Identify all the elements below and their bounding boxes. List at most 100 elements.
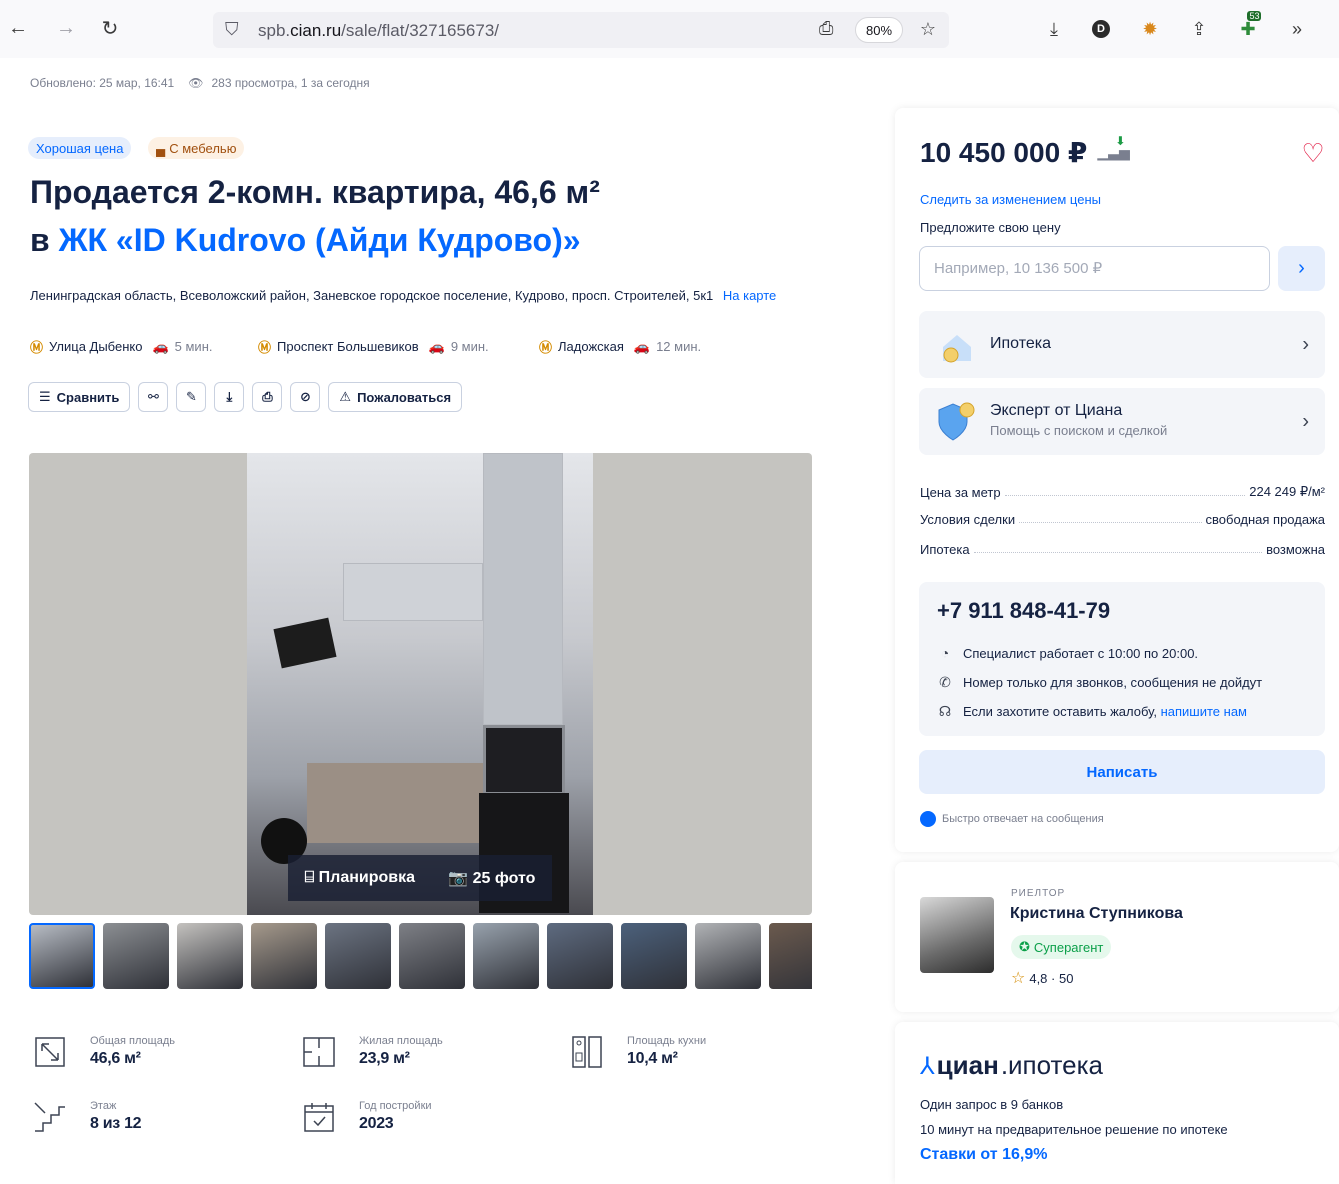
downloads-icon[interactable]: ⤓ [1040, 15, 1068, 43]
feature-living-area: Жилая площадь 23,9 м² [301, 1034, 443, 1070]
phone-number[interactable]: +7 911 848-41-79 [937, 598, 1110, 624]
print-button[interactable]: ⎙ [252, 382, 283, 412]
complaint-line: ☊ Если захотите оставить жалобу, напишит… [937, 703, 1247, 719]
share-nodes-icon: ⚯ [147, 389, 159, 404]
gallery-thumbnail[interactable] [325, 923, 391, 989]
expert-row[interactable]: Эксперт от Циана Помощь с поиском и сдел… [919, 388, 1325, 455]
gallery-thumbnail[interactable] [177, 923, 243, 989]
price-value: 10 450 000 ₽ [920, 137, 1088, 168]
realtor-rating[interactable]: ☆ 4,8 · 50 [1011, 968, 1073, 988]
metro-station[interactable]: Ⓜ Улица Дыбенко 🚗 5 мин. [30, 337, 213, 356]
mortgage-label: Ипотека [990, 335, 1052, 352]
deal-terms-row: Условия сделки свободная продажа [920, 512, 1325, 527]
photo-tv [273, 617, 337, 669]
compare-button[interactable]: ☰ Сравнить [28, 382, 131, 412]
download-button[interactable]: ⤓ [214, 382, 245, 412]
offer-submit-button[interactable]: › [1278, 246, 1325, 291]
overflow-menu-icon[interactable]: » [1283, 15, 1311, 43]
shield-coin-icon [933, 400, 977, 444]
address: Ленинградская область, Всеволожский райо… [30, 286, 790, 306]
cian-person-icon: ⅄ [920, 1053, 935, 1080]
url-text[interactable]: spb.cian.ru/sale/flat/327165673/ [258, 21, 499, 41]
kv-value: возможна [1266, 542, 1325, 557]
complain-button[interactable]: ⚠ Пожаловаться [328, 382, 463, 412]
metro-station[interactable]: Ⓜ Проспект Большевиков 🚗 9 мин. [258, 337, 489, 356]
gallery-overlay: ⌸ Планировка 📷 25 фото [288, 855, 552, 901]
feature-kitchen-area: Площадь кухни 10,4 м² [569, 1034, 706, 1070]
contact-box: +7 911 848-41-79 ◔ Специалист работает с… [919, 582, 1325, 736]
feature-total-area: Общая площадь 46,6 м² [32, 1034, 175, 1070]
extension-badge-icon[interactable]: ✚ 53 [1234, 10, 1262, 43]
stairs-icon [32, 1099, 68, 1135]
gallery-thumbnail[interactable] [621, 923, 687, 989]
warning-icon: ⚠ [339, 389, 352, 404]
realtor-name[interactable]: Кристина Ступникова [1010, 905, 1183, 923]
gallery-thumbnail[interactable] [251, 923, 317, 989]
hours-text: Специалист работает с 10:00 по 20:00. [963, 645, 1199, 661]
write-message-button[interactable]: Написать [919, 750, 1325, 794]
photo-cabinet [343, 563, 483, 621]
reload-icon[interactable]: ↻ [96, 14, 124, 42]
gallery-thumbnail[interactable] [547, 923, 613, 989]
track-price-link[interactable]: Следить за изменением цены [920, 192, 1101, 207]
check-circle-icon: ✪ [1019, 939, 1030, 954]
mortgage-row[interactable]: Ипотека › [919, 311, 1325, 378]
complex-link[interactable]: ЖК «ID Kudrovo (Айди Кудрово)» [59, 222, 581, 258]
gallery-thumbnail[interactable] [769, 923, 812, 989]
metro-name: Проспект Большевиков [277, 339, 419, 354]
extension-bug-icon[interactable]: ✹ [1136, 15, 1164, 43]
kv-value: свободная продажа [1205, 512, 1325, 527]
car-icon: 🚗 [152, 338, 169, 354]
back-icon[interactable]: ← [4, 14, 32, 42]
reader-mode-icon[interactable]: ⎙ [819, 18, 833, 39]
listing-actions: ☰ Сравнить ⚯ ✎ ⤓ ⎙ ⊘ ⚠ Пожаловаться [28, 382, 463, 412]
feature-value: 23,9 м² [359, 1050, 410, 1067]
compare-icon: ☰ [39, 389, 51, 404]
photos-button[interactable]: 📷 25 фото [448, 868, 535, 888]
furniture-badge: ▄ С мебелью [148, 137, 245, 159]
share-icon[interactable]: ⇪ [1185, 15, 1213, 43]
address-bar[interactable]: ⛉ spb.cian.ru/sale/flat/327165673/ ⎙ [213, 12, 949, 48]
calls-only-line: ✆ Номер только для звонков, сообщения не… [937, 674, 1262, 690]
price-history-icon[interactable]: ▁▃▅ ⬇ [1097, 134, 1129, 161]
metro-time: 9 мин. [450, 339, 489, 354]
rates-link[interactable]: Ставки от 16,9% [920, 1146, 1047, 1164]
extension-d-icon[interactable]: D [1087, 15, 1115, 43]
share-button[interactable]: ⚯ [138, 382, 169, 412]
gallery-thumbnail[interactable] [695, 923, 761, 989]
feature-value: 8 из 12 [90, 1115, 142, 1132]
favorite-heart-icon[interactable]: ♡ [1297, 137, 1329, 169]
hide-button[interactable]: ⊘ [290, 382, 321, 412]
feature-year: Год постройки 2023 [301, 1099, 432, 1135]
metro-name: Улица Дыбенко [49, 339, 143, 354]
gallery-thumbnail[interactable] [29, 923, 95, 989]
avatar[interactable] [920, 897, 994, 973]
forward-icon[interactable]: → [52, 14, 80, 42]
photo-gallery[interactable]: ⌸ Планировка 📷 25 фото [29, 453, 812, 915]
zoom-indicator[interactable]: 80% [855, 17, 903, 43]
feature-value: 10,4 м² [627, 1050, 678, 1067]
expand-arrow-icon [32, 1034, 68, 1070]
price-per-meter-row: Цена за метр 224 249 ₽/м² [920, 484, 1325, 500]
price: 10 450 000 ₽ ▁▃▅ ⬇ [920, 134, 1130, 169]
bookmark-star-icon[interactable]: ☆ [914, 15, 942, 43]
on-map-link[interactable]: На карте [723, 288, 776, 303]
gallery-thumbnail[interactable] [473, 923, 539, 989]
complaint-link[interactable]: напишите нам [1161, 704, 1247, 719]
metro-icon: Ⓜ [30, 340, 44, 355]
kv-label: Ипотека [920, 542, 970, 557]
gallery-thumbnail[interactable] [399, 923, 465, 989]
browser-toolbar: ← → ↻ ⛉ spb.cian.ru/sale/flat/327165673/… [0, 0, 1339, 58]
chevron-right-icon: › [1298, 257, 1305, 279]
offer-price-input[interactable] [919, 246, 1270, 291]
metro-station[interactable]: Ⓜ Ладожская 🚗 12 мин. [539, 337, 701, 356]
main-photo[interactable] [247, 453, 593, 915]
plan-button[interactable]: ⌸ Планировка [305, 869, 415, 887]
gallery-thumbnail[interactable] [103, 923, 169, 989]
shield-icon[interactable]: ⛉ [225, 19, 239, 40]
edit-button[interactable]: ✎ [176, 382, 207, 412]
cian-line-1: Один запрос в 9 банков [920, 1097, 1064, 1112]
plan-label: Планировка [318, 869, 416, 886]
car-icon: 🚗 [428, 338, 445, 354]
complaint-text: Если захотите оставить жалобу, [963, 703, 1161, 719]
